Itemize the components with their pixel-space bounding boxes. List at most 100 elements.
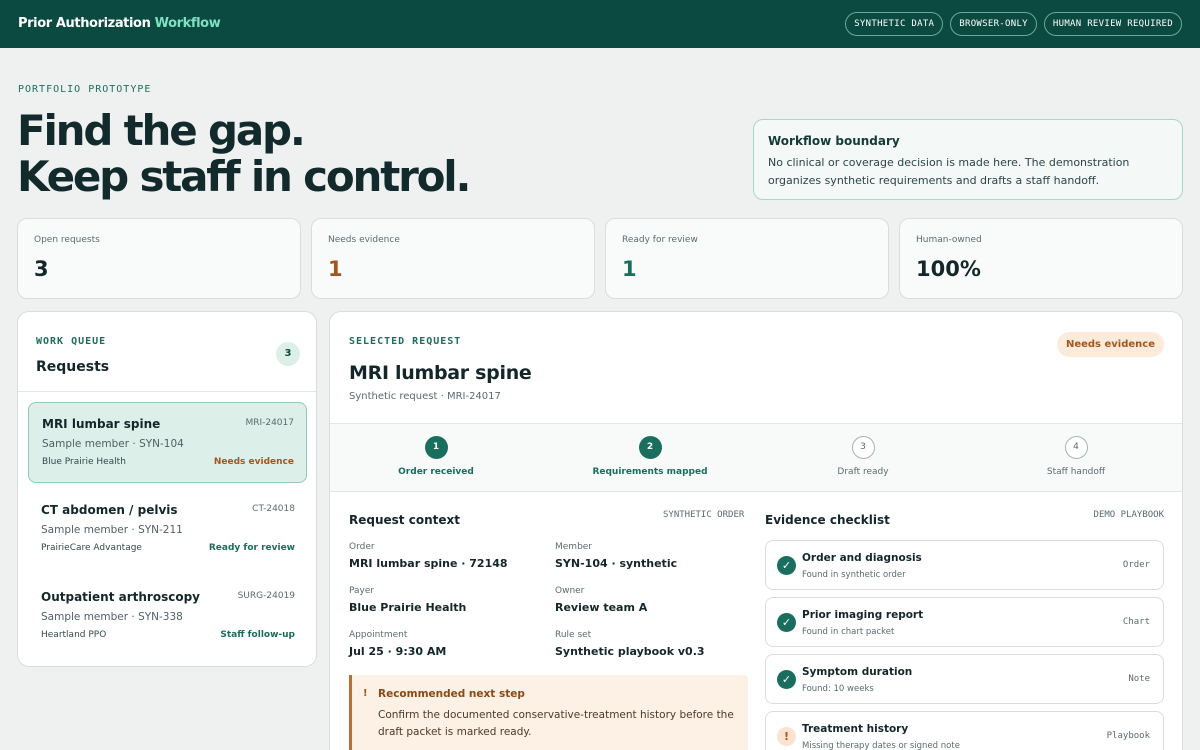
evidence-name: Symptom duration [802,666,913,678]
step-label: Order received [398,467,474,477]
queue-title: Requests [36,359,110,375]
workflow-boundary-card: Workflow boundary No clinical or coverag… [753,119,1183,200]
evidence-item-symptom-duration[interactable]: ✓ Symptom duration Found: 10 weeks Note [765,654,1164,704]
request-item-mri[interactable]: MRI lumbar spine MRI-24017 Sample member… [28,402,307,483]
detail-subtitle: Synthetic request · MRI-24017 [349,391,501,402]
check-icon: ✓ [777,556,796,575]
field-value: Synthetic playbook v0.3 [555,645,705,658]
evidence-item-imaging[interactable]: ✓ Prior imaging report Found in chart pa… [765,597,1164,647]
hero-title-line-2: Keep staff in control. [17,152,471,201]
stat-label: Ready for review [622,235,698,245]
field-label: Order [349,542,375,552]
request-id: SURG-24019 [237,591,295,601]
selected-request-panel: SELECTED REQUEST MRI lumbar spine Synthe… [329,311,1183,750]
request-payer: Blue Prairie Health [42,457,126,467]
divider [18,391,316,392]
field-member: Member SYN-104 · synthetic [555,542,755,570]
request-payer: Heartland PPO [41,630,107,640]
check-icon: ✓ [777,613,796,632]
evidence-item-order[interactable]: ✓ Order and diagnosis Found in synthetic… [765,540,1164,590]
field-label: Member [555,542,593,552]
evidence-source: Playbook [1106,731,1150,741]
stat-human-owned: Human-owned 100% [899,218,1183,299]
warning-icon: ! [777,727,796,746]
next-step-body: Confirm the documented conservative-trea… [378,709,734,738]
field-value: Review team A [555,601,648,614]
hero-title-line-1: Find the gap. [17,106,306,155]
request-status: Ready for review [208,543,295,553]
stat-label: Human-owned [916,235,982,245]
request-item-ct[interactable]: CT abdomen / pelvis CT-24018 Sample memb… [28,489,307,570]
alert-icon: ! [363,688,368,699]
evidence-item-treatment-history[interactable]: ! Treatment history Missing therapy date… [765,711,1164,750]
boundary-body: No clinical or coverage decision is made… [768,156,1130,187]
status-badge: Needs evidence [1056,332,1164,357]
request-item-arthroscopy[interactable]: Outpatient arthroscopy SURG-24019 Sample… [28,576,307,657]
field-value: SYN-104 · synthetic [555,557,678,570]
step-order-received: 1 Order received [376,436,496,477]
evidence-source: Note [1128,674,1150,684]
stat-needs-evidence: Needs evidence 1 [311,218,595,299]
request-member: Sample member · SYN-338 [41,611,183,623]
request-title: Outpatient arthroscopy [41,590,200,604]
request-member: Sample member · SYN-211 [41,524,183,536]
field-label: Appointment [349,630,408,640]
step-requirements-mapped: 2 Requirements mapped [590,436,710,477]
step-label: Draft ready [837,467,889,477]
work-queue-panel: WORK QUEUE Requests 3 MRI lumbar spine M… [17,311,317,667]
app-title: Prior Authorization Workflow [18,16,221,31]
evidence-name: Prior imaging report [802,609,924,621]
evidence-note: Found: 10 weeks [802,684,874,694]
field-label: Payer [349,586,375,596]
step-staff-handoff: 4 Staff handoff [1016,436,1136,477]
field-value: Jul 25 · 9:30 AM [349,645,447,658]
next-step-title: Recommended next step [378,688,525,700]
evidence-note: Found in synthetic order [802,570,906,580]
detail-eyebrow: SELECTED REQUEST [349,336,462,347]
field-order: Order MRI lumbar spine · 72148 [349,542,549,570]
stat-ready-for-review: Ready for review 1 [605,218,889,299]
request-context-tag: SYNTHETIC ORDER [663,510,745,520]
step-draft-ready: 3 Draft ready [803,436,923,477]
field-rule-set: Rule set Synthetic playbook v0.3 [555,630,755,658]
request-id: CT-24018 [252,504,295,514]
request-member: Sample member · SYN-104 [42,438,184,450]
stat-value: 100% [916,257,981,281]
field-value: MRI lumbar spine · 72148 [349,557,508,570]
evidence-note: Found in chart packet [802,627,895,637]
evidence-checklist-title: Evidence checklist [765,513,890,527]
pill-synthetic-data: SYNTHETIC DATA [845,12,944,36]
stat-label: Needs evidence [328,235,400,245]
queue-eyebrow: WORK QUEUE [36,336,107,347]
evidence-source: Chart [1122,617,1150,627]
boundary-title: Workflow boundary [768,134,900,148]
request-payer: PrairieCare Advantage [41,543,142,553]
evidence-name: Order and diagnosis [802,552,922,564]
request-id: MRI-24017 [245,418,294,428]
queue-count-badge: 3 [276,342,300,366]
check-icon: ✓ [777,670,796,689]
field-label: Owner [555,586,585,596]
request-title: CT abdomen / pelvis [41,503,178,517]
field-payer: Payer Blue Prairie Health [349,586,549,614]
recommended-next-step: ! Recommended next step Confirm the docu… [349,675,748,750]
progress-stepper: 1 Order received 2 Requirements mapped 3… [330,423,1182,492]
request-title: MRI lumbar spine [42,417,161,431]
field-owner: Owner Review team A [555,586,755,614]
field-label: Rule set [555,630,592,640]
request-context-title: Request context [349,513,460,527]
evidence-source: Order [1122,560,1150,570]
step-number: 2 [638,436,662,459]
stat-value: 1 [622,257,637,281]
stat-value: 3 [34,257,49,281]
header-pills: SYNTHETIC DATA BROWSER-ONLY HUMAN REVIEW… [845,12,1182,36]
step-number: 3 [851,436,875,459]
step-number: 4 [1064,436,1088,459]
hero-title: Find the gap. Keep staff in control. [17,106,471,201]
stat-label: Open requests [34,235,100,245]
field-value: Blue Prairie Health [349,601,467,614]
step-number: 1 [424,436,448,459]
brand-main: Prior Authorization [18,16,151,31]
pill-human-review: HUMAN REVIEW REQUIRED [1043,12,1182,36]
top-bar: Prior Authorization Workflow SYNTHETIC D… [0,0,1200,48]
